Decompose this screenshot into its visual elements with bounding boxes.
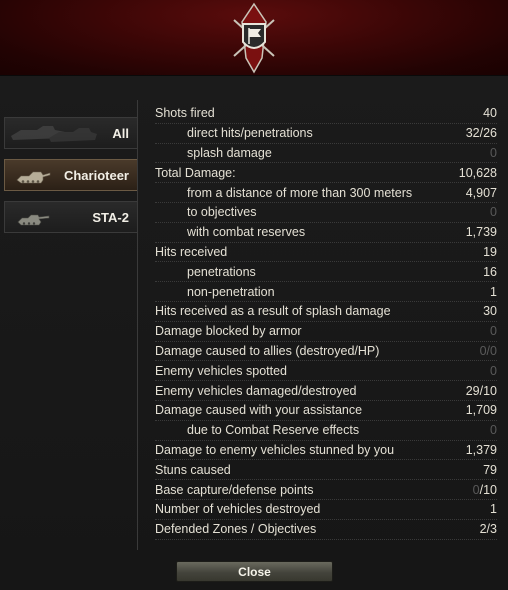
tank-destroyer-icon	[16, 171, 51, 184]
stat-value: 30	[483, 304, 497, 319]
all-vehicles-icon	[11, 126, 97, 142]
stat-value: 16	[483, 264, 497, 279]
stat-value: 19	[483, 244, 497, 259]
stat-label: from a distance of more than 300 meters	[187, 185, 413, 200]
stat-value: 32/26	[465, 126, 497, 141]
stat-label: Hits received as a result of splash dama…	[155, 304, 391, 319]
stat-label: Damage to enemy vehicles stunned by you	[155, 442, 395, 457]
stat-label: Shots fired	[155, 106, 215, 121]
stat-value: 0	[490, 363, 497, 378]
stat-value: 10,628	[458, 165, 497, 180]
stat-row: direct hits/penetrations 32/26	[155, 124, 497, 144]
medium-tank-icon	[17, 214, 50, 226]
stat-value: 1,739	[465, 225, 497, 240]
stat-value: 79	[483, 462, 497, 477]
stat-label: Total Damage:	[155, 165, 236, 180]
stat-row: Stuns caused 79	[155, 460, 497, 481]
stat-value: 40	[483, 106, 497, 121]
stat-row: from a distance of more than 300 meters 4…	[155, 183, 497, 203]
stat-value: 2/3	[479, 522, 497, 537]
stat-value: 0	[490, 145, 497, 160]
stat-label: Damage caused to allies (destroyed/HP)	[155, 343, 380, 358]
stat-row: Defended Zones / Objectives 2/3	[155, 520, 497, 540]
stat-label: Enemy vehicles spotted	[155, 363, 288, 378]
sidebar-item-charioteer[interactable]: Charioteer	[4, 159, 138, 191]
sidebar-divider	[137, 100, 138, 550]
sidebar-item-label: All	[112, 125, 129, 141]
sidebar-item-all[interactable]: All	[4, 117, 138, 149]
stat-value: 0/10	[457, 483, 497, 497]
stat-row: Base capture/defense points 0/10	[155, 480, 497, 500]
stat-value: 1	[490, 502, 497, 517]
stat-label: due to Combat Reserve effects	[187, 423, 360, 438]
stat-row: Shots fired 40	[155, 104, 497, 124]
stat-label: Number of vehicles destroyed	[155, 502, 321, 517]
stat-label: Defended Zones / Objectives	[155, 522, 317, 537]
stat-value: 1	[490, 284, 497, 299]
stat-row: Enemy vehicles spotted 0	[155, 361, 497, 382]
stat-label: Base capture/defense points	[155, 482, 314, 497]
stat-label: with combat reserves	[187, 225, 306, 240]
stat-row: Damage blocked by armor 0	[155, 322, 497, 342]
stat-label: Hits received	[155, 244, 228, 259]
stat-row: Hits received as a result of splash dama…	[155, 302, 497, 322]
stat-row: due to Combat Reserve effects 0	[155, 421, 497, 441]
sidebar-item-label: Charioteer	[63, 167, 129, 183]
stat-label: non-penetration	[187, 284, 275, 299]
stat-row: splash damage 0	[155, 144, 497, 164]
stat-value: 0	[490, 423, 497, 438]
stat-label: Enemy vehicles damaged/destroyed	[155, 383, 357, 398]
stat-value-rest: /10	[479, 482, 497, 497]
stat-row: Total Damage: 10,628	[155, 163, 497, 184]
stat-value: 29/10	[465, 383, 497, 398]
sidebar-item-label: STA-2	[92, 209, 129, 225]
rank-emblem-icon	[233, 2, 275, 74]
stat-row: Hits received 19	[155, 243, 497, 263]
stat-row: with combat reserves 1,739	[155, 223, 497, 243]
sidebar-item-sta-2[interactable]: STA-2	[4, 201, 138, 233]
stat-value: 1,379	[465, 442, 497, 457]
stat-value: 1,709	[465, 403, 497, 418]
close-button[interactable]: Close	[176, 561, 333, 582]
stat-row: to objectives 0	[155, 203, 497, 223]
stat-row: non-penetration 1	[155, 282, 497, 302]
stat-label: to objectives	[187, 205, 257, 220]
stat-value-dim: 0	[472, 482, 480, 497]
stat-row: Damage to enemy vehicles stunned by you 1…	[155, 441, 497, 461]
stat-label: penetrations	[187, 264, 256, 279]
stat-label: Damage blocked by armor	[155, 324, 302, 339]
stat-row: Enemy vehicles damaged/destroyed 29/10	[155, 381, 497, 401]
stat-label: direct hits/penetrations	[187, 126, 313, 141]
stat-value: 0	[490, 324, 497, 339]
stat-row: Number of vehicles destroyed 1	[155, 500, 497, 520]
stat-row: penetrations 16	[155, 262, 497, 283]
stat-label: splash damage	[187, 145, 272, 160]
stat-label: Damage caused with your assistance	[155, 403, 363, 418]
header-banner	[0, 0, 508, 76]
stat-value: 0	[490, 205, 497, 220]
stats-list: Shots fired 40 direct hits/penetrations 32/…	[155, 104, 497, 540]
vehicle-sidebar: All Charioteer STA-2	[4, 117, 138, 243]
stat-row: Damage caused to allies (destroyed/HP) 0/…	[155, 342, 497, 362]
stat-label: Stuns caused	[155, 462, 231, 477]
stat-row: Damage caused with your assistance 1,709	[155, 401, 497, 421]
stat-value: 0/0	[479, 343, 497, 358]
stat-value: 4,907	[465, 185, 497, 200]
